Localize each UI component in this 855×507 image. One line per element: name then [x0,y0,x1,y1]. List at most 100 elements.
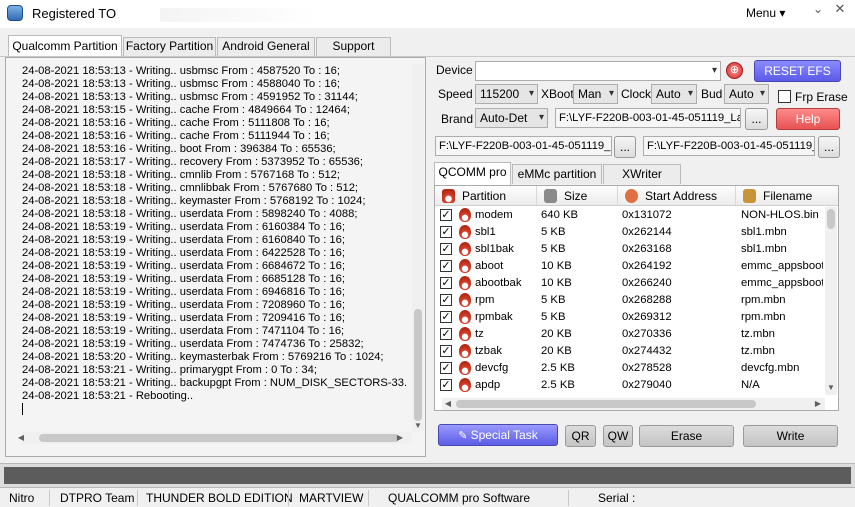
status-edition: THUNDER BOLD EDITION [146,491,293,505]
bud-select[interactable]: Auto [724,84,769,104]
grid-scroll-left-icon[interactable]: ◀ [442,399,454,408]
cell-filename: NON-HLOS.bin [741,209,819,221]
speed-select[interactable]: 115200 [475,84,538,104]
erase-button[interactable]: Erase [639,425,734,447]
log-line: 24-08-2021 18:53:13 - Writing.. usbmsc F… [22,91,358,103]
tab-qcomm-pro[interactable]: QCOMM pro [434,162,511,185]
log-vscroll-thumb[interactable] [414,309,422,421]
status-separator [49,490,50,506]
row-checkbox[interactable]: ✓ [440,345,452,357]
table-row[interactable]: ✓ rpm 5 KB 0x268288 rpm.mbn [435,292,825,309]
tab-emmc-partition[interactable]: eMMc partition [512,164,602,184]
header-partition[interactable]: Partition [435,186,537,206]
table-row[interactable]: ✓ tzbak 20 KB 0x274432 tz.mbn [435,343,825,360]
grid-scroll-down-icon[interactable]: ▼ [825,383,837,392]
table-row[interactable]: ✓ rpmbak 5 KB 0x269312 rpm.mbn [435,309,825,326]
grid-scroll-right-icon[interactable]: ▶ [812,399,824,408]
row-checkbox[interactable]: ✓ [440,277,452,289]
table-row[interactable]: ✓ aboot 10 KB 0x264192 emmc_appsboot [435,258,825,275]
table-row[interactable]: ✓ abootbak 10 KB 0x266240 emmc_appsboot [435,275,825,292]
file-path-2[interactable]: F:\LYF-F220B-003-01-45-051119_La [435,136,612,156]
scroll-down-icon[interactable]: ▼ [412,421,424,430]
log-text: 24-08-2021 18:53:13 - Writing.. usbmsc F… [16,63,412,415]
header-filename[interactable]: Filename [736,186,838,206]
table-row[interactable]: ✓ tz 20 KB 0x270336 tz.mbn [435,326,825,343]
header-filename-label: Filename [763,189,813,203]
qw-button[interactable]: QW [603,425,633,447]
clock-select[interactable]: Auto [651,84,697,104]
row-checkbox[interactable]: ✓ [440,226,452,238]
log-horizontal-scrollbar[interactable]: ◀ ▶ [18,432,412,444]
cell-start-address: 0x270336 [622,328,672,340]
table-row[interactable]: ✓ apdp 2.5 KB 0x279040 N/A [435,377,825,394]
log-line: 24-08-2021 18:53:18 - Writing.. keymaste… [22,195,366,207]
minimize-icon[interactable]: ⌄ [808,0,828,20]
clock-label: Clock [621,87,652,101]
scroll-right-icon[interactable]: ▶ [394,433,406,442]
file-path-3[interactable]: F:\LYF-F220B-003-01-45-051119_L [643,136,815,156]
row-checkbox[interactable]: ✓ [440,209,452,221]
browse-button-2[interactable]: ... [614,136,636,158]
table-row[interactable]: ✓ sbl1bak 5 KB 0x263168 sbl1.mbn [435,241,825,258]
header-size[interactable]: Size [537,186,618,206]
log-output[interactable]: 24-08-2021 18:53:13 - Writing.. usbmsc F… [16,63,412,431]
grid-vscroll-thumb[interactable] [827,209,835,229]
tab-support[interactable]: Support [316,37,391,56]
refresh-icon[interactable]: ⊕ [726,62,743,79]
menu-button[interactable]: Menu ▾ [746,6,785,20]
row-checkbox[interactable]: ✓ [440,311,452,323]
grid-vertical-scrollbar[interactable]: ▼ [825,207,837,395]
flame-icon [459,378,471,392]
tab-android-general[interactable]: Android General [217,37,315,56]
brand-select[interactable]: Auto-Det [475,108,548,128]
reset-efs-button[interactable]: RESET EFS [754,60,841,82]
row-checkbox[interactable]: ✓ [440,243,452,255]
xboot-select[interactable]: Man [573,84,618,104]
row-checkbox[interactable]: ✓ [440,379,452,391]
log-line: 24-08-2021 18:53:19 - Writing.. userdata… [22,234,345,246]
cell-filename: rpm.mbn [741,294,786,306]
special-task-button[interactable]: ✎ Special Task [438,424,558,446]
log-line: 24-08-2021 18:53:13 - Writing.. usbmsc F… [22,65,340,77]
close-icon[interactable]: ✕ [830,0,850,20]
row-checkbox[interactable]: ✓ [440,294,452,306]
bud-label: Bud [701,87,723,101]
scroll-left-icon[interactable]: ◀ [15,433,27,442]
cell-size: 2.5 KB [541,362,575,374]
frp-erase-checkbox[interactable] [778,90,791,103]
partition-grid[interactable]: Partition Size Start Address Filename ✓ m… [434,185,839,411]
cell-size: 5 KB [541,311,566,323]
log-line: 24-08-2021 18:53:19 - Writing.. userdata… [22,312,345,324]
tab-xwriter[interactable]: XWriter [603,164,681,184]
log-hscroll-thumb[interactable] [39,434,399,442]
log-vertical-scrollbar[interactable]: ▼ [412,64,424,432]
cell-filename: rpm.mbn [741,311,786,323]
row-checkbox[interactable]: ✓ [440,260,452,272]
qr-button[interactable]: QR [565,425,596,447]
grid-hscroll-thumb[interactable] [456,400,756,408]
help-button[interactable]: Help [776,108,840,130]
flame-icon [459,259,471,273]
tab-factory-partition[interactable]: Factory Partition [123,37,216,56]
flame-icon [459,242,471,256]
cell-start-address: 0x269312 [622,311,672,323]
log-line: 24-08-2021 18:53:17 - Writing.. recovery… [22,156,364,168]
browse-button-3[interactable]: ... [818,136,840,158]
write-button[interactable]: Write [743,425,838,447]
grid-horizontal-scrollbar[interactable]: ◀ ▶ [442,398,825,410]
tab-qualcomm-partition[interactable]: Qualcomm Partition [8,35,122,57]
browse-button-1[interactable]: ... [745,108,768,130]
table-row[interactable]: ✓ sbl1 5 KB 0x262144 sbl1.mbn [435,224,825,241]
device-label: Device [436,63,473,77]
header-start-address[interactable]: Start Address [618,186,736,206]
row-checkbox[interactable]: ✓ [440,362,452,374]
file-path-1[interactable]: F:\LYF-F220B-003-01-45-051119_Late [555,108,741,128]
table-row[interactable]: ✓ modem 640 KB 0x131072 NON-HLOS.bin [435,207,825,224]
table-row[interactable]: ✓ devcfg 2.5 KB 0x278528 devcfg.mbn [435,360,825,377]
flame-icon [459,361,471,375]
cell-start-address: 0x131072 [622,209,672,221]
cell-partition: sbl1bak [475,243,514,255]
row-checkbox[interactable]: ✓ [440,328,452,340]
device-select[interactable] [475,61,721,81]
flame-icon [442,189,455,203]
